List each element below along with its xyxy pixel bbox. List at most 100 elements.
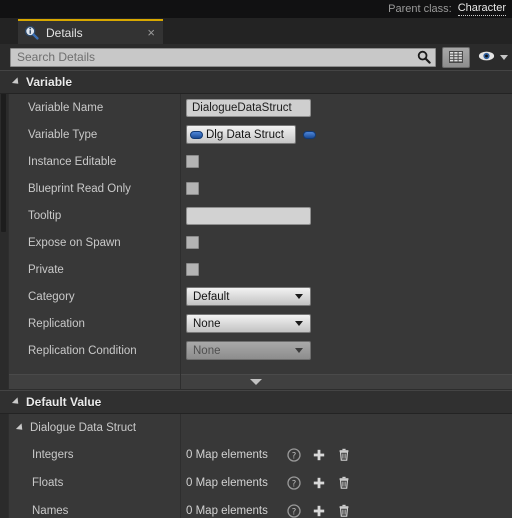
parent-class-label: Parent class:	[388, 3, 452, 15]
plus-icon[interactable]	[311, 503, 327, 518]
category-title: Default Value	[26, 395, 102, 409]
row-label: Expose on Spawn	[28, 236, 121, 249]
container-type-pin-icon[interactable]	[303, 130, 316, 139]
row-private: Private	[0, 256, 512, 283]
column-view-icon[interactable]	[442, 46, 470, 68]
row-replication: Replication None	[0, 310, 512, 337]
help-circle-icon[interactable]: ?	[286, 475, 302, 491]
parent-class-link[interactable]: Character	[457, 2, 506, 16]
tab-details-label: Details	[46, 25, 83, 40]
chevron-down-icon	[295, 321, 303, 326]
category-dropdown[interactable]: Default	[186, 287, 311, 306]
row-value	[180, 236, 512, 249]
private-checkbox[interactable]	[186, 263, 199, 276]
replication-condition-dropdown: None	[186, 341, 311, 360]
visibility-dropdown[interactable]	[478, 50, 508, 65]
table-row: Floats 0 Map elements ?	[0, 469, 512, 497]
row-label: Category	[28, 290, 75, 303]
row-value	[180, 155, 512, 168]
row-value	[180, 182, 512, 195]
chevron-down-icon	[500, 54, 508, 60]
trash-icon[interactable]	[336, 447, 352, 463]
section-splitter[interactable]	[0, 374, 512, 390]
property-value: 0 Map elements ?	[180, 503, 512, 518]
twirl-down-icon	[11, 77, 22, 87]
tooltip-input[interactable]	[186, 206, 311, 225]
category-header-variable[interactable]: Variable	[0, 70, 512, 94]
replication-value: None	[193, 317, 221, 330]
row-label: Replication Condition	[28, 344, 137, 357]
table-row: Names 0 Map elements ?	[0, 497, 512, 518]
row-expose-on-spawn: Expose on Spawn	[0, 229, 512, 256]
trash-icon[interactable]	[336, 503, 352, 518]
row-value	[180, 263, 512, 276]
row-instance-editable: Instance Editable	[0, 148, 512, 175]
chevron-down-icon	[295, 294, 303, 299]
svg-text:?: ?	[292, 451, 297, 461]
property-label: Integers	[32, 449, 74, 461]
property-value: 0 Map elements ?	[180, 447, 512, 463]
row-label: Private	[28, 263, 64, 276]
struct-label-wrap: Dialogue Data Struct	[0, 422, 180, 434]
search-toolbar: Search Details	[0, 44, 512, 70]
table-row: Integers 0 Map elements ?	[0, 441, 512, 469]
tab-details[interactable]: Details ×	[18, 19, 163, 44]
replication-condition-value: None	[193, 344, 221, 357]
variable-type-label: Dlg Data Struct	[206, 128, 284, 141]
category-header-default-value[interactable]: Default Value	[0, 390, 512, 414]
element-count: 0 Map elements	[186, 449, 268, 461]
svg-text:?: ?	[292, 507, 297, 517]
search-input[interactable]: Search Details	[10, 47, 436, 67]
row-dialogue-data-struct[interactable]: Dialogue Data Struct	[0, 414, 512, 441]
property-value: 0 Map elements ?	[180, 475, 512, 491]
trash-icon[interactable]	[336, 475, 352, 491]
row-label: Instance Editable	[28, 155, 117, 168]
row-variable-type: Variable Type Dlg Data Struct	[0, 121, 512, 148]
search-placeholder: Search Details	[17, 50, 96, 64]
row-value: Default	[180, 287, 512, 306]
visibility-eye-icon	[478, 50, 495, 65]
chevron-down-icon	[250, 379, 262, 385]
search-icon	[417, 50, 431, 64]
expose-on-spawn-checkbox[interactable]	[186, 236, 199, 249]
row-category: Category Default	[0, 283, 512, 310]
parent-class-bar: Parent class: Character	[0, 0, 512, 18]
struct-label: Dialogue Data Struct	[30, 421, 137, 434]
details-panel: Variable Variable Name DialogueDataStruc…	[0, 70, 512, 518]
row-value: Dlg Data Struct	[180, 125, 512, 144]
property-label: Floats	[32, 477, 64, 489]
property-label: Names	[32, 505, 69, 517]
help-circle-icon[interactable]: ?	[286, 503, 302, 518]
twirl-down-icon	[11, 397, 22, 407]
plus-icon[interactable]	[311, 475, 327, 491]
instance-editable-checkbox[interactable]	[186, 155, 199, 168]
struct-pin-icon	[190, 130, 203, 139]
row-variable-name: Variable Name DialogueDataStruct	[0, 94, 512, 121]
row-tooltip: Tooltip	[0, 202, 512, 229]
category-value: Default	[193, 290, 230, 303]
row-value: DialogueDataStruct	[180, 98, 512, 117]
row-replication-condition: Replication Condition None	[0, 337, 512, 364]
row-label: Variable Name	[28, 101, 104, 114]
element-count: 0 Map elements	[186, 477, 268, 489]
replication-dropdown[interactable]: None	[186, 314, 311, 333]
row-label: Tooltip	[28, 209, 62, 222]
details-info-magnifier-icon	[24, 25, 39, 40]
help-circle-icon[interactable]: ?	[286, 447, 302, 463]
row-blueprint-read-only: Blueprint Read Only	[0, 175, 512, 202]
twirl-down-icon	[15, 422, 26, 433]
close-icon[interactable]: ×	[145, 26, 157, 39]
category-title: Variable	[26, 75, 73, 89]
plus-icon[interactable]	[311, 447, 327, 463]
element-count: 0 Map elements	[186, 505, 268, 517]
chevron-down-icon	[295, 348, 303, 353]
blueprint-read-only-checkbox[interactable]	[186, 182, 199, 195]
tab-bar: Details ×	[0, 18, 512, 44]
variable-name-input[interactable]: DialogueDataStruct	[186, 98, 311, 117]
row-label: Blueprint Read Only	[28, 182, 131, 195]
row-value: None	[180, 314, 512, 333]
row-value: None	[180, 341, 512, 360]
row-label: Replication	[28, 317, 85, 330]
variable-type-dropdown[interactable]: Dlg Data Struct	[186, 125, 296, 144]
row-value	[180, 206, 512, 225]
